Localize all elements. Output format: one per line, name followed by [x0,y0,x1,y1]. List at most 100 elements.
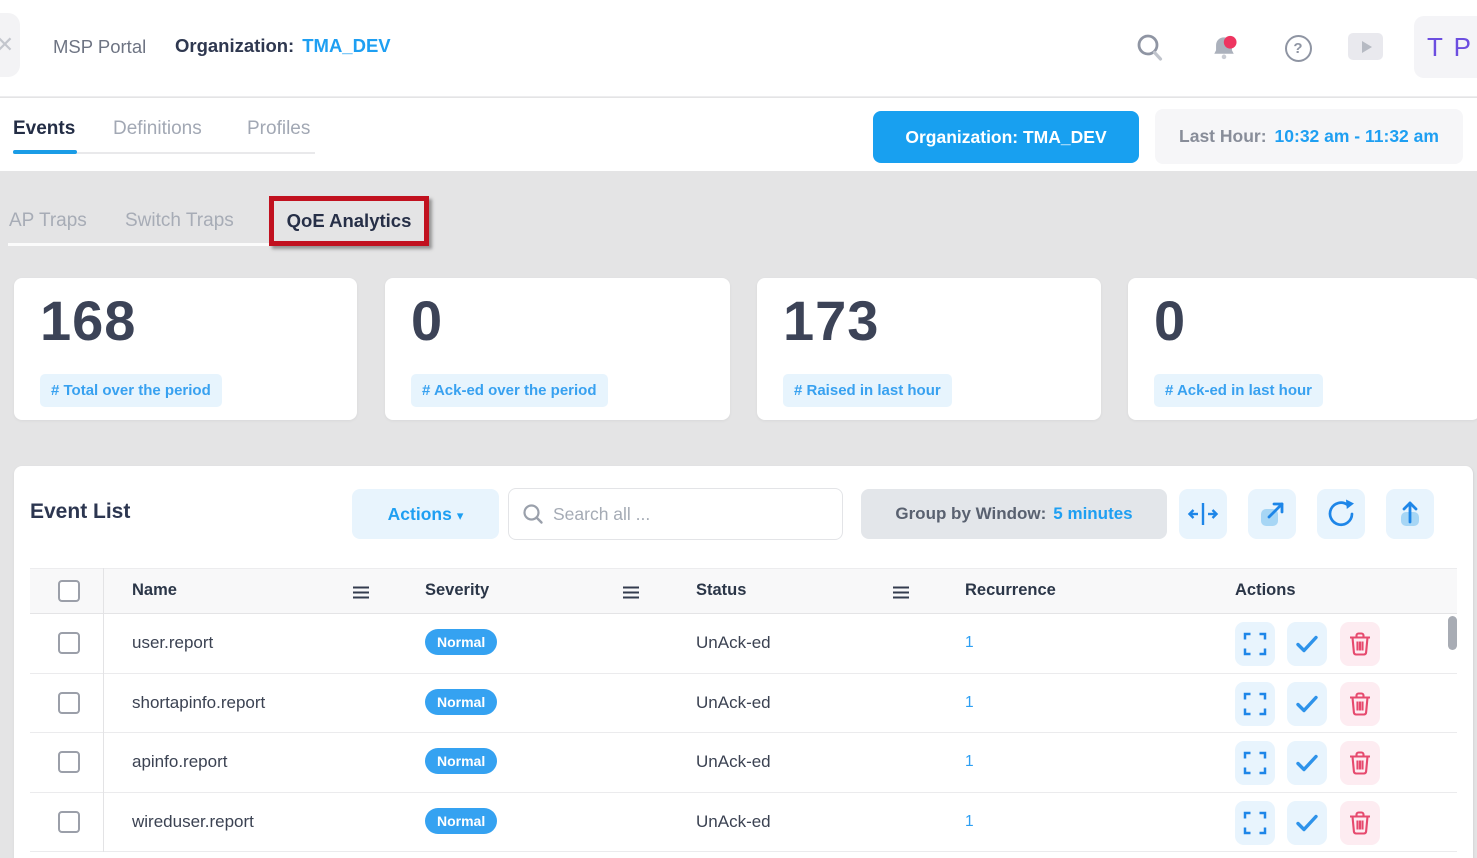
search-input[interactable] [553,504,813,525]
event-list-panel: Event List Actions ▾ Group by Window: 5 m… [14,466,1474,858]
acknowledge-button[interactable] [1287,682,1327,726]
stat-card-raised-hour: 173 # Raised in last hour [757,278,1101,420]
refresh-button[interactable] [1317,489,1365,539]
column-header-name[interactable]: Name [132,581,177,600]
close-icon: ✕ [0,32,14,58]
subtab-ap-traps[interactable]: AP Traps [9,210,87,232]
msp-portal-page: ✕ MSP Portal Organization:TMA_DEV ? T [0,0,1477,858]
table-row: wireduser.report Normal UnAck-ed 1 [30,793,1457,853]
active-tab-underline [13,150,77,154]
table-scrollbar[interactable] [1448,616,1457,650]
delete-button[interactable] [1340,741,1380,785]
video-tutorial-icon[interactable] [1348,33,1383,60]
row-checkbox[interactable] [58,811,80,833]
group-by-label: Group by Window: [895,504,1046,524]
collapse-button[interactable]: ✕ [0,13,20,77]
expand-event-button[interactable] [1235,801,1275,845]
event-name: apinfo.report [132,752,227,772]
time-range-filter[interactable]: Last Hour: 10:32 am - 11:32 am [1155,109,1463,164]
corner-brackets-icon [1242,691,1268,717]
table-row: user.report Normal UnAck-ed 1 [30,614,1457,674]
tab-events[interactable]: Events [13,118,75,140]
tab-profiles[interactable]: Profiles [247,118,310,140]
corner-brackets-icon [1242,750,1268,776]
table-row: apinfo.report Normal UnAck-ed 1 [30,733,1457,793]
open-new-window-button[interactable] [1248,489,1296,539]
panel-title: Event List [30,500,130,524]
check-icon [1294,691,1320,717]
recurrence-link[interactable]: 1 [965,634,974,652]
column-header-status[interactable]: Status [696,581,746,600]
stat-label: # Ack-ed in last hour [1154,374,1323,407]
check-icon [1294,631,1320,657]
expand-event-button[interactable] [1235,622,1275,666]
table-row: shortapinfo.report Normal UnAck-ed 1 [30,674,1457,734]
corner-brackets-icon [1242,631,1268,657]
play-glyph [1362,41,1372,53]
event-name: user.report [132,633,213,653]
organization-filter-button[interactable]: Organization: TMA_DEV [873,111,1139,163]
column-menu-icon[interactable] [622,585,640,600]
row-checkbox[interactable] [58,692,80,714]
external-link-icon [1256,498,1288,530]
export-button[interactable] [1386,489,1434,539]
subtab-qoe-analytics[interactable]: QoE Analytics [287,210,412,232]
delete-button[interactable] [1340,682,1380,726]
group-by-window-control[interactable]: Group by Window: 5 minutes [861,489,1167,539]
status-value: UnAck-ed [696,693,771,713]
search-icon[interactable] [1135,33,1165,63]
stat-value: 0 [1154,288,1186,353]
time-range-value: 10:32 am - 11:32 am [1275,126,1439,147]
tab-definitions[interactable]: Definitions [113,118,202,140]
severity-badge: Normal [425,748,497,774]
column-header-recurrence[interactable]: Recurrence [965,581,1056,600]
column-header-actions: Actions [1235,581,1296,600]
question-glyph: ? [1285,35,1312,62]
row-checkbox[interactable] [58,632,80,654]
breadcrumb: Organization:TMA_DEV [175,35,391,57]
avatar-initials: T P [1427,32,1473,63]
expand-event-button[interactable] [1235,741,1275,785]
recurrence-link[interactable]: 1 [965,813,974,831]
actions-label: Actions [388,504,452,524]
expand-event-button[interactable] [1235,682,1275,726]
recurrence-link[interactable]: 1 [965,753,974,771]
recurrence-link[interactable]: 1 [965,694,974,712]
table-body: user.report Normal UnAck-ed 1 shortapinf… [30,614,1457,852]
organization-link[interactable]: TMA_DEV [302,35,390,56]
search-field [508,488,843,540]
top-bar: ✕ MSP Portal Organization:TMA_DEV ? T [0,0,1477,97]
trash-icon [1347,810,1373,836]
stat-value: 173 [783,288,879,353]
upload-arrow-icon [1394,498,1426,530]
acknowledge-button[interactable] [1287,801,1327,845]
time-range-label: Last Hour: [1179,126,1267,147]
column-resize-button[interactable] [1179,489,1227,539]
subtab-switch-traps[interactable]: Switch Traps [125,210,234,232]
status-value: UnAck-ed [696,812,771,832]
user-avatar[interactable]: T P [1414,16,1477,78]
severity-badge: Normal [425,689,497,715]
stat-value: 168 [40,288,136,353]
event-name: shortapinfo.report [132,693,265,713]
notifications-icon[interactable] [1209,33,1239,63]
row-checkbox[interactable] [58,751,80,773]
chevron-down-icon: ▾ [457,508,464,523]
trash-icon [1347,691,1373,717]
column-divider [103,568,104,852]
magnifier-glyph [1135,33,1165,63]
column-menu-icon[interactable] [352,585,370,600]
column-menu-icon[interactable] [892,585,910,600]
help-icon[interactable]: ? [1283,33,1313,63]
group-by-value: 5 minutes [1053,504,1132,524]
select-all-checkbox[interactable] [58,580,80,602]
column-header-severity[interactable]: Severity [425,581,489,600]
table-header: Name Severity Status Recurrence Actions [30,568,1457,614]
delete-button[interactable] [1340,622,1380,666]
severity-badge: Normal [425,629,497,655]
acknowledge-button[interactable] [1287,622,1327,666]
annotation-highlight-box: QoE Analytics [269,196,429,246]
delete-button[interactable] [1340,801,1380,845]
acknowledge-button[interactable] [1287,741,1327,785]
actions-dropdown-button[interactable]: Actions ▾ [352,489,499,539]
